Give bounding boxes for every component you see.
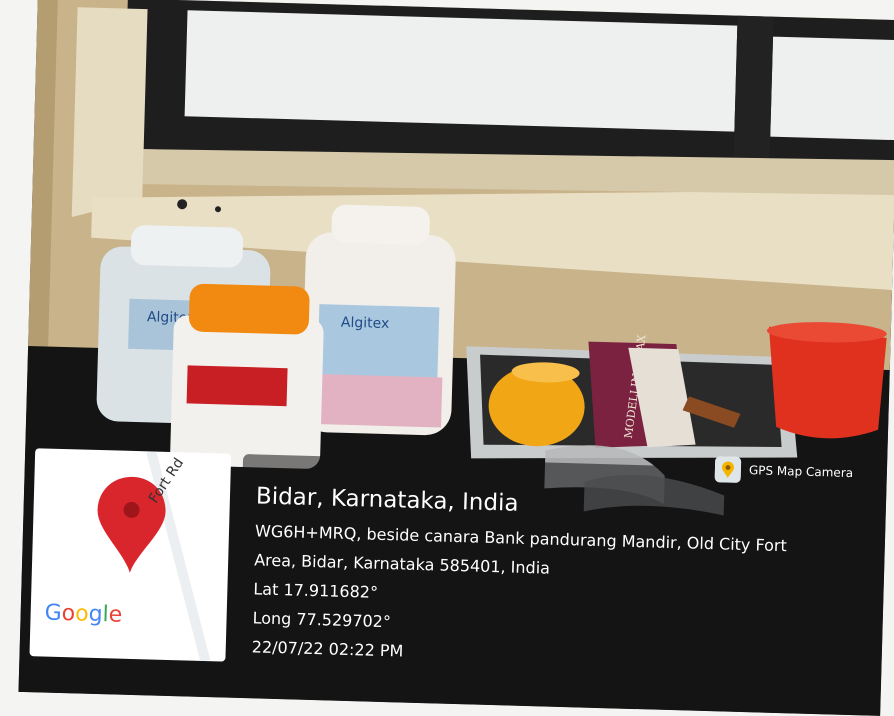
product-label-algitex-2: Algitex (341, 315, 390, 332)
google-letter: e (108, 602, 123, 628)
geotag-text: Bidar, Karnataka, India WG6H+MRQ, beside… (251, 480, 846, 677)
photo-frame: Algitex Algitex MODELLING WAX Fort Rd Go… (18, 0, 894, 716)
map-thumbnail: Fort Rd Google (29, 448, 232, 662)
red-rubber-bowl (768, 326, 887, 439)
app-name: GPS Map Camera (748, 463, 854, 481)
google-letter: g (88, 601, 103, 628)
google-letter: o (61, 601, 76, 627)
google-letter: o (74, 601, 89, 627)
map-pin-app-icon (714, 456, 742, 483)
app-badge: GPS Map Camera (714, 455, 854, 487)
google-logo: Google (44, 601, 122, 628)
google-letter: G (44, 600, 63, 627)
